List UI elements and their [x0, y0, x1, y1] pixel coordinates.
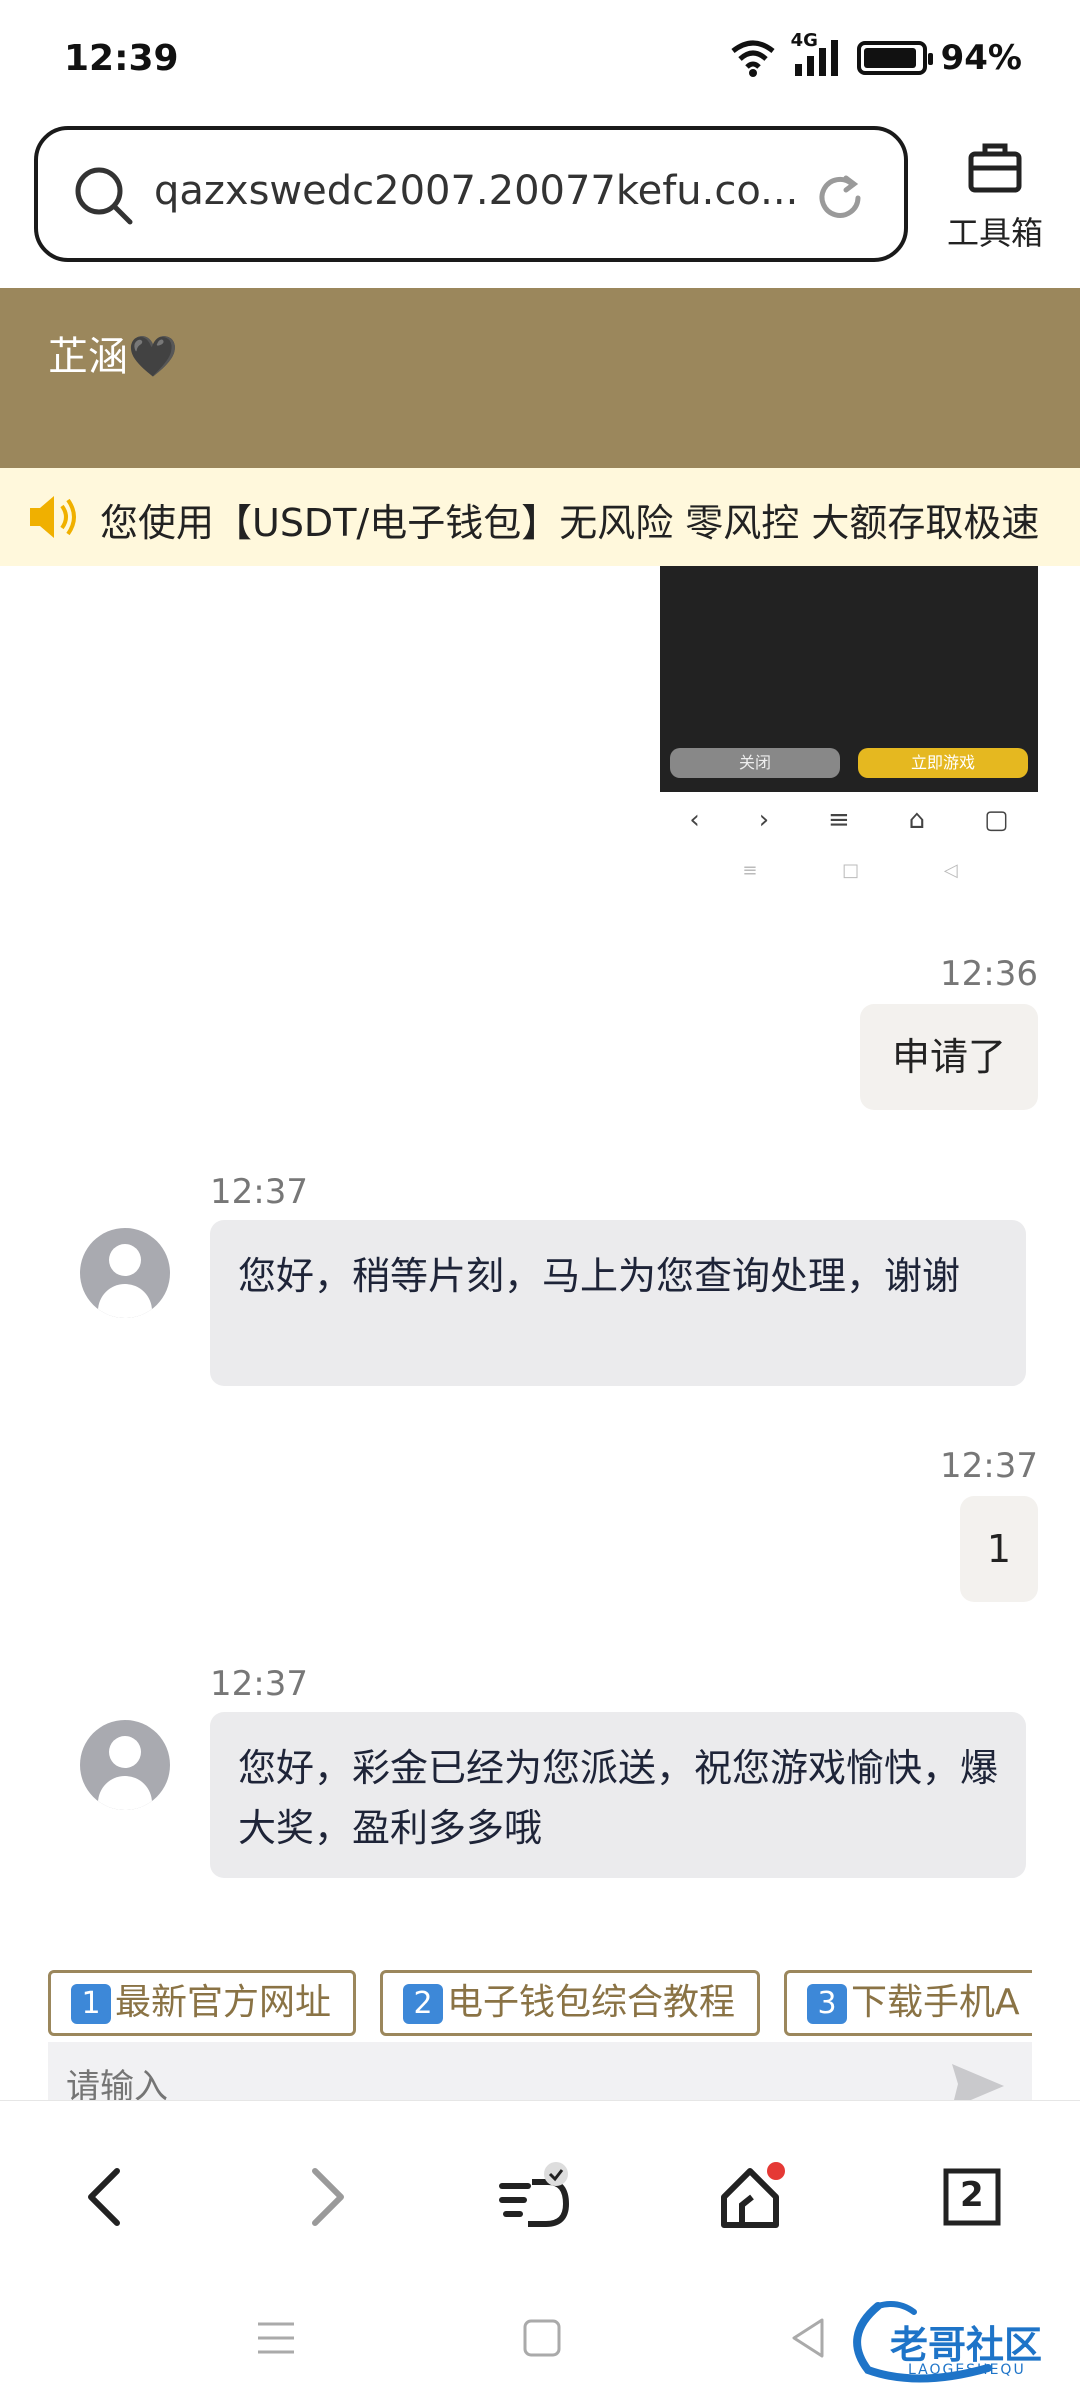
shared-close-button: 关闭: [670, 748, 840, 778]
quick-reply-label: 电子钱包综合教程: [447, 1982, 736, 2023]
quick-reply-label: 最新官方网址: [115, 1982, 332, 2023]
home-square-icon[interactable]: [522, 2318, 562, 2358]
message-text: 您好，稍等片刻，马上为您查询处理，谢谢: [238, 1254, 961, 1298]
chevron-left-icon: ‹: [689, 805, 700, 835]
message-text: 申请了: [891, 1035, 1006, 1079]
tabs-icon: ▢: [983, 805, 1009, 835]
message-time: 12:37: [940, 1446, 1038, 1486]
menu-check-icon: [499, 2162, 570, 2227]
battery-fill: [863, 48, 917, 68]
tabs-count: 2: [960, 2175, 984, 2215]
shared-screenshot-sysbar: ≡ □ ◁: [700, 860, 1000, 881]
chevron-right-icon: ›: [758, 805, 770, 835]
status-bar: 12:39 4G 94%: [0, 0, 1080, 120]
system-nav-bar: 老哥社区 LAOGESHEQU: [0, 2280, 1080, 2400]
home-icon: [721, 2162, 785, 2228]
message-bubble-outgoing: 申请了: [860, 1004, 1038, 1110]
cellular-signal-icon: 4G: [791, 30, 843, 78]
message-text: 1: [986, 1527, 1012, 1571]
message-bubble-incoming: 您好，稍等片刻，马上为您查询处理，谢谢: [210, 1220, 1026, 1386]
message-time: 12:37: [210, 1664, 308, 1704]
message-time: 12:36: [940, 954, 1038, 994]
agent-name: 芷涵🖤: [48, 334, 178, 380]
quick-reply-button[interactable]: 3 下载手机A: [784, 1970, 1032, 2036]
menu-icon: ≡: [742, 860, 758, 881]
avatar-head: [109, 1244, 141, 1276]
shared-screenshot-nav: ‹ › ≡ ⌂ ▢: [660, 800, 1038, 840]
shared-play-button: 立即游戏: [858, 748, 1028, 778]
quick-reply-label: 下载手机A: [851, 1982, 1020, 2023]
quick-reply-button[interactable]: 1 最新官方网址: [48, 1970, 357, 2036]
browser-bottom-nav: 2: [0, 2100, 1080, 2280]
chat-header: 芷涵🖤: [0, 288, 1080, 468]
message-text: 您好，彩金已经为您派送，祝您游戏愉快，爆大奖，盈利多多哦: [238, 1746, 999, 1850]
toolbox-icon: [968, 143, 1022, 193]
quick-reply-number: 2: [403, 1984, 444, 2024]
speaker-icon: [30, 496, 76, 538]
wifi-icon: [731, 40, 775, 77]
refresh-icon[interactable]: [812, 170, 868, 226]
recent-apps-icon[interactable]: [254, 2316, 298, 2360]
notice-bar: 您使用【USDT/电子钱包】无风险 零风控 大额存取极速: [0, 468, 1080, 566]
agent-avatar: [80, 1720, 170, 1810]
square-icon: □: [842, 860, 860, 881]
home-button[interactable]: [712, 2157, 792, 2237]
forward-button[interactable]: [286, 2157, 366, 2237]
back-button[interactable]: [66, 2157, 146, 2237]
quick-reply-button[interactable]: 2 电子钱包综合教程: [380, 1970, 761, 2036]
url-text[interactable]: qazxswedc2007.20077kefu.co...: [154, 168, 798, 214]
url-bar[interactable]: qazxswedc2007.20077kefu.co...: [34, 126, 908, 262]
menu-button[interactable]: [498, 2157, 578, 2237]
message-bubble-outgoing: 1: [960, 1496, 1038, 1602]
battery-percent: 94%: [940, 38, 1022, 78]
avatar-head: [109, 1736, 141, 1768]
chevron-left-icon: [88, 2168, 120, 2226]
watermark-subtext: LAOGESHEQU: [908, 2362, 1026, 2378]
agent-avatar: [80, 1228, 170, 1318]
home-icon: ⌂: [908, 805, 926, 835]
watermark-text: 老哥社区: [890, 2323, 1043, 2367]
avatar-body: [98, 1776, 152, 1810]
quick-reply-number: 3: [807, 1984, 848, 2024]
message-input-area[interactable]: [48, 2042, 1032, 2102]
battery-icon: [856, 41, 933, 75]
notice-text: 您使用【USDT/电子钱包】无风险 零风控 大额存取极速: [100, 501, 1040, 545]
status-icons: 4G 94%: [729, 30, 1022, 78]
message-input[interactable]: [48, 2042, 948, 2102]
send-icon[interactable]: [948, 2062, 1008, 2102]
shared-screenshot[interactable]: 关闭 立即游戏: [660, 566, 1038, 792]
quick-reply-number: 1: [71, 1984, 111, 2024]
status-time: 12:39: [64, 38, 179, 79]
back-triangle-icon[interactable]: [788, 2316, 828, 2360]
search-icon: [75, 167, 133, 225]
chevron-right-icon: [312, 2168, 344, 2226]
avatar-body: [98, 1284, 152, 1318]
toolbox-label: 工具箱: [946, 214, 1043, 252]
toolbox-button[interactable]: 工具箱: [940, 140, 1050, 254]
watermark-logo: 老哥社区 LAOGESHEQU: [838, 2296, 1074, 2386]
menu-icon: ≡: [827, 805, 850, 835]
message-time: 12:37: [210, 1172, 308, 1212]
message-bubble-incoming: 您好，彩金已经为您派送，祝您游戏愉快，爆大奖，盈利多多哦: [210, 1712, 1026, 1878]
tabs-button[interactable]: 2: [932, 2157, 1012, 2237]
back-triangle-icon: ◁: [943, 860, 958, 881]
notification-dot: [767, 2162, 785, 2180]
quick-reply-row: 1 最新官方网址 2 电子钱包综合教程 3 下载手机A: [48, 1970, 1032, 2036]
